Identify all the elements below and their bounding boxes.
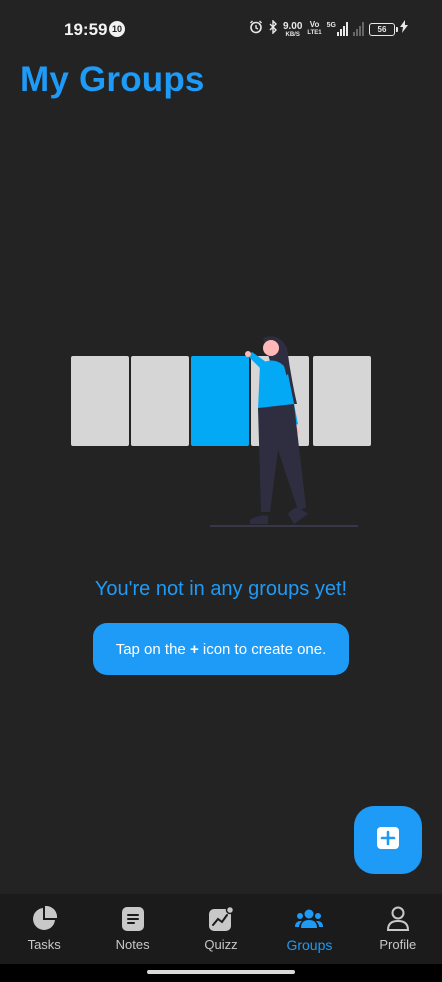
status-bar: 19:59 10 9.00 KB/S Vo LTE1 5G 56 [0,0,442,58]
nav-groups[interactable]: Groups [265,894,353,964]
nav-label: Profile [379,937,417,952]
status-icons: 9.00 KB/S Vo LTE1 5G 56 [249,18,408,39]
status-time: 19:59 [64,20,108,39]
groups-icon [295,906,324,932]
volte-indicator: Vo LTE1 [307,21,321,37]
nav-label: Notes [115,937,150,952]
volte-top: Vo [309,20,320,29]
signal-strength-icon [337,22,348,36]
person-icon [384,906,412,932]
signal-sim2-icon [353,22,364,36]
add-box-icon [376,826,400,855]
pie-chart-icon [30,906,58,932]
network-speed-value: 9.00 [282,20,303,32]
network-speed: 9.00 KB/S [283,21,302,38]
nav-label: Groups [286,937,333,953]
note-icon [119,906,147,932]
bottom-navigation: Tasks Notes Quizz Groups Profile [0,894,442,964]
alarm-icon [249,20,263,39]
hint-suffix: icon to create one. [198,640,327,658]
signal-5g: 5G [327,22,348,36]
bluetooth-icon [268,18,278,39]
hint-plus: + [189,640,199,658]
network-type: 5G [326,22,336,29]
hint-prefix: Tap on the [115,640,190,658]
empty-groups-illustration [71,336,371,527]
volte-bottom: LTE1 [307,30,322,36]
network-speed-unit: KB/S [285,31,300,38]
nav-quizz[interactable]: Quizz [177,894,265,964]
charging-icon [400,20,408,38]
empty-state-message: You're not in any groups yet! [94,578,348,600]
home-gesture-handle[interactable] [147,970,295,974]
nav-label: Tasks [27,937,61,952]
nav-tasks[interactable]: Tasks [0,894,88,964]
nav-profile[interactable]: Profile [354,894,442,964]
nav-label: Quizz [204,937,238,952]
nav-notes[interactable]: Notes [88,894,176,964]
notification-count-badge: 10 [109,21,125,37]
page-title: My Groups [20,60,205,99]
add-group-fab[interactable] [354,806,422,874]
create-group-hint-button[interactable]: Tap on the + icon to create one. [93,623,349,675]
quiz-chart-icon [207,906,235,932]
battery-icon: 56 [369,22,398,36]
